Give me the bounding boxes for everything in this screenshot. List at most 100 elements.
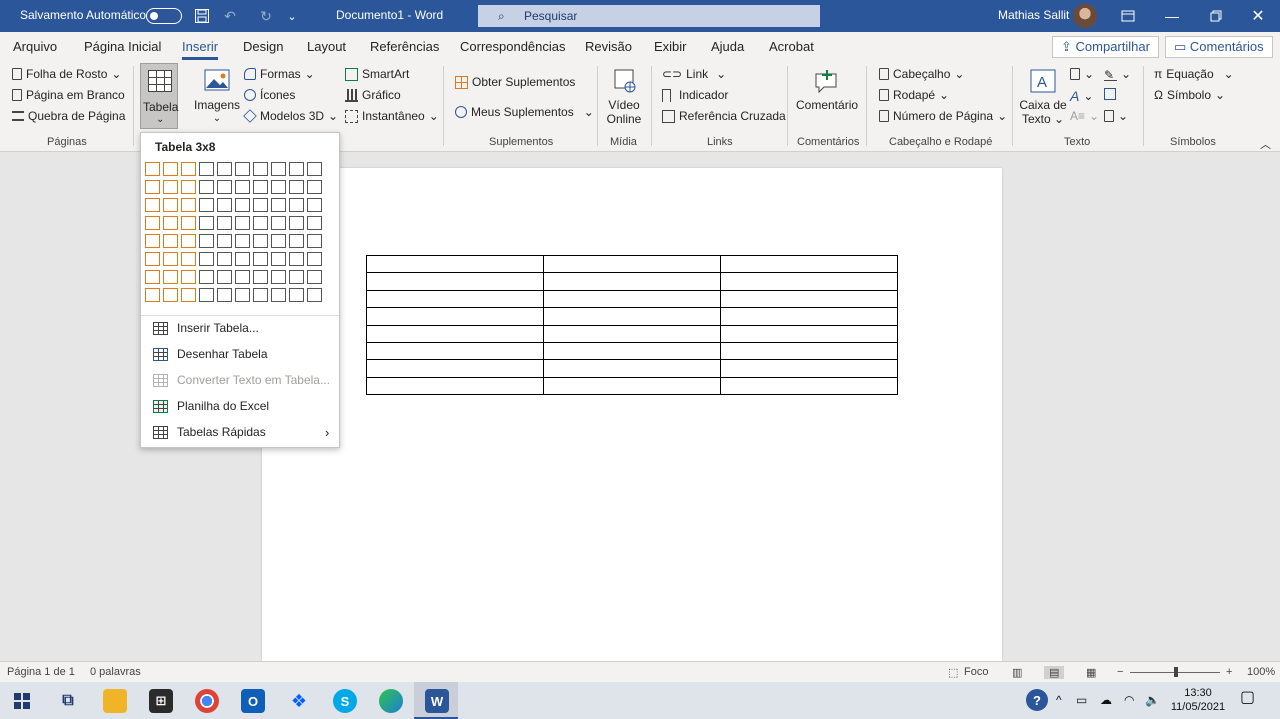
grid-cell[interactable] xyxy=(163,288,178,302)
simbolo-button[interactable]: Ω Símbolo ⌄ xyxy=(1154,88,1225,102)
store-icon[interactable]: ⊞ xyxy=(149,689,173,713)
tab-layout[interactable]: Layout xyxy=(307,39,346,54)
grid-cell[interactable] xyxy=(271,180,286,194)
menu-item-planilha-excel[interactable]: Planilha do Excel xyxy=(153,399,269,413)
grid-cell[interactable] xyxy=(253,270,268,284)
restore-icon[interactable] xyxy=(1206,6,1226,26)
tab-correspondencias[interactable]: Correspondências xyxy=(460,39,566,54)
grid-cell[interactable] xyxy=(271,270,286,284)
smartart-button[interactable]: SmartArt xyxy=(345,67,409,81)
grid-cell[interactable] xyxy=(235,162,250,176)
table-cell[interactable] xyxy=(543,289,721,309)
focus-label[interactable]: Foco xyxy=(964,666,988,678)
table-cell[interactable] xyxy=(366,289,544,309)
grid-cell[interactable] xyxy=(163,180,178,194)
tab-design[interactable]: Design xyxy=(243,39,283,54)
grid-cell[interactable] xyxy=(181,252,196,266)
grid-cell[interactable] xyxy=(271,198,286,212)
tab-arquivo[interactable]: Arquivo xyxy=(13,39,57,54)
tab-pagina-inicial[interactable]: Página Inicial xyxy=(84,39,161,54)
obter-suplementos-button[interactable]: Obter Suplementos xyxy=(455,75,575,89)
object-button[interactable]: ⌄ xyxy=(1104,109,1128,123)
volume-icon[interactable]: 🔈 xyxy=(1145,693,1160,707)
customize-toolbar-icon[interactable]: ⌄ xyxy=(282,6,302,26)
date-time-button[interactable] xyxy=(1104,88,1116,100)
grid-cell[interactable] xyxy=(307,216,322,230)
grid-cell[interactable] xyxy=(307,270,322,284)
grid-cell[interactable] xyxy=(217,180,232,194)
link-button[interactable]: ⊂⊃ Link ⌄ xyxy=(662,67,726,81)
grid-cell[interactable] xyxy=(253,162,268,176)
user-name[interactable]: Mathias Sallit xyxy=(998,8,1069,22)
help-icon[interactable]: ? xyxy=(1026,689,1048,711)
grid-cell[interactable] xyxy=(163,162,178,176)
grid-cell[interactable] xyxy=(235,180,250,194)
grid-cell[interactable] xyxy=(271,162,286,176)
windows-start-icon[interactable] xyxy=(10,689,34,713)
zoom-slider-thumb[interactable] xyxy=(1174,667,1178,677)
tab-ajuda[interactable]: Ajuda xyxy=(711,39,744,54)
grid-cell[interactable] xyxy=(199,216,214,230)
comentario-button[interactable]: Comentário xyxy=(796,68,858,112)
grid-cell[interactable] xyxy=(181,234,196,248)
tabela-button[interactable]: Tabela ⌄ xyxy=(140,63,178,129)
grid-cell[interactable] xyxy=(307,162,322,176)
save-icon[interactable] xyxy=(192,6,212,26)
table-cell[interactable] xyxy=(720,289,898,309)
table-row[interactable] xyxy=(366,254,898,274)
grid-cell[interactable] xyxy=(145,162,160,176)
file-explorer-icon[interactable] xyxy=(103,689,127,713)
grid-cell[interactable] xyxy=(253,288,268,302)
tray-chevron-icon[interactable]: ^ xyxy=(1056,693,1062,707)
caixa-de-texto-button[interactable]: A Caixa de Texto ⌄ xyxy=(1018,68,1068,126)
user-avatar[interactable] xyxy=(1073,4,1097,28)
imagens-button[interactable]: Imagens ⌄ xyxy=(194,68,240,126)
table-cell[interactable] xyxy=(720,376,898,396)
minimize-icon[interactable]: — xyxy=(1162,6,1182,26)
grid-cell[interactable] xyxy=(145,180,160,194)
grid-cell[interactable] xyxy=(253,180,268,194)
table-cell[interactable] xyxy=(543,341,721,361)
grid-cell[interactable] xyxy=(271,216,286,230)
table-cell[interactable] xyxy=(366,272,544,291)
quick-parts-button[interactable]: ⌄ xyxy=(1070,67,1094,81)
table-row[interactable] xyxy=(366,307,898,326)
grid-cell[interactable] xyxy=(181,216,196,230)
notifications-icon[interactable]: ▢ xyxy=(1240,690,1255,706)
edge-icon[interactable] xyxy=(379,689,403,713)
grid-cell[interactable] xyxy=(289,288,304,302)
table-cell[interactable] xyxy=(366,254,544,274)
ribbon-display-options-icon[interactable] xyxy=(1118,6,1138,26)
menu-item-tabelas-rapidas[interactable]: Tabelas Rápidas xyxy=(153,425,266,439)
clock[interactable]: 13:30 11/05/2021 xyxy=(1166,686,1230,714)
grid-cell[interactable] xyxy=(145,252,160,266)
table-cell[interactable] xyxy=(720,324,898,343)
grid-cell[interactable] xyxy=(217,216,232,230)
wordart-button[interactable]: A ⌄ xyxy=(1070,88,1093,104)
grid-cell[interactable] xyxy=(253,198,268,212)
table-row[interactable] xyxy=(366,376,898,396)
grid-cell[interactable] xyxy=(145,216,160,230)
table-row[interactable] xyxy=(366,341,898,361)
grid-cell[interactable] xyxy=(145,234,160,248)
grid-cell[interactable] xyxy=(181,288,196,302)
instantaneo-button[interactable]: Instantâneo ⌄ xyxy=(345,109,439,123)
grid-cell[interactable] xyxy=(217,288,232,302)
grid-cell[interactable] xyxy=(289,216,304,230)
grid-cell[interactable] xyxy=(289,252,304,266)
grid-cell[interactable] xyxy=(217,162,232,176)
table-cell[interactable] xyxy=(720,359,898,378)
table-cell[interactable] xyxy=(543,272,721,291)
table-cell[interactable] xyxy=(366,359,544,378)
grid-cell[interactable] xyxy=(235,270,250,284)
grid-cell[interactable] xyxy=(181,162,196,176)
collapse-ribbon-icon[interactable]: ︿ xyxy=(1260,136,1271,152)
zoom-level[interactable]: 100% xyxy=(1247,666,1275,678)
meus-suplementos-button[interactable]: Meus Suplementos ⌄ xyxy=(455,105,594,119)
table-cell[interactable] xyxy=(543,307,721,326)
grid-cell[interactable] xyxy=(199,270,214,284)
numero-de-pagina-button[interactable]: Número de Página ⌄ xyxy=(879,109,1007,123)
table-cell[interactable] xyxy=(543,254,721,274)
grid-cell[interactable] xyxy=(217,198,232,212)
grid-cell[interactable] xyxy=(253,252,268,266)
